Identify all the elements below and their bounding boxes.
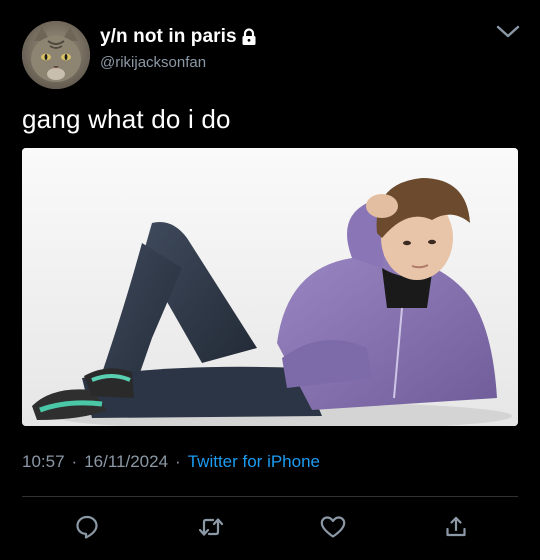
meta-separator: · [175,452,181,471]
tweet-card: y/n not in paris @rikijacksonfan gang wh… [0,0,540,560]
author-name-row: y/n not in paris [100,25,257,49]
reply-icon [76,515,98,539]
author-handle[interactable]: @rikijacksonfan [100,54,206,71]
author-display-name[interactable]: y/n not in paris [100,26,237,48]
tweet-date[interactable]: 16/11/2024 [84,452,168,472]
tweet-time[interactable]: 10:57 [22,452,65,472]
reply-button[interactable] [72,512,102,542]
cat-avatar-icon [22,21,90,89]
tweet-source-link[interactable]: Twitter for iPhone [188,452,320,472]
retweet-icon [198,518,224,536]
avatar[interactable] [22,21,90,89]
tweet-media-image[interactable] [22,148,518,426]
share-icon [446,516,466,537]
retweet-button[interactable] [196,512,226,542]
like-button[interactable] [318,512,348,542]
tweet-actions-bar [0,508,540,548]
lock-icon [241,28,257,46]
heart-icon [320,516,346,538]
chevron-down-icon[interactable] [494,20,522,44]
tweet-text: gang what do i do [22,104,231,134]
share-button[interactable] [441,512,471,542]
divider [22,496,518,497]
tweet-meta: 10:57 · 16/11/2024 · Twitter for iPhone [22,452,320,472]
meta-separator: · [71,452,78,471]
